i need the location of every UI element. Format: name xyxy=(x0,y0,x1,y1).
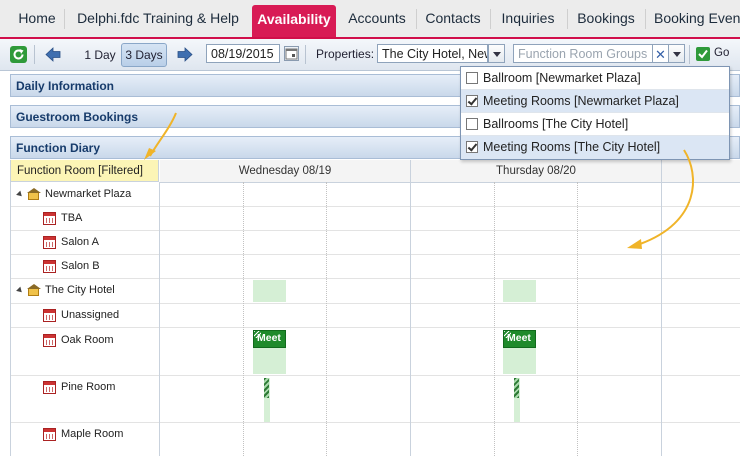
room-group-option[interactable]: Meeting Rooms [The City Hotel] xyxy=(461,136,729,159)
meeting-event-block[interactable]: Meet xyxy=(503,330,536,348)
room-group-option[interactable]: Ballroom [Newmarket Plaza] xyxy=(461,67,729,90)
time-gridline xyxy=(326,182,327,456)
room-calendar-icon xyxy=(43,428,56,441)
setup-event-marker[interactable] xyxy=(264,378,269,398)
room-calendar-icon xyxy=(43,381,56,394)
nav-separator xyxy=(490,9,491,29)
room-label-salon-b[interactable]: Salon B xyxy=(61,260,100,272)
room-group-checkbox[interactable] xyxy=(466,141,478,153)
table-row xyxy=(11,255,740,279)
room-calendar-icon xyxy=(43,334,56,347)
time-gridline xyxy=(577,182,578,456)
toolbar-separator xyxy=(34,45,35,64)
calendar-picker-icon[interactable] xyxy=(284,46,299,61)
function-diary-grid: Function Room [Filtered] Wednesday 08/19… xyxy=(10,160,740,456)
room-group-option-label: Ballroom [Newmarket Plaza] xyxy=(483,71,641,85)
nav-separator xyxy=(416,9,417,29)
date-input[interactable]: 08/19/2015 xyxy=(206,44,280,63)
room-group-option[interactable]: Meeting Rooms [Newmarket Plaza] xyxy=(461,90,729,113)
room-label-pine-room[interactable]: Pine Room xyxy=(61,381,115,393)
room-label-oak-room[interactable]: Oak Room xyxy=(61,334,114,346)
nav-tab-accounts[interactable]: Accounts xyxy=(340,0,414,37)
one-day-button[interactable]: 1 Day xyxy=(80,43,120,67)
room-group-checkbox[interactable] xyxy=(466,118,478,130)
next-arrow-icon[interactable] xyxy=(177,47,193,62)
nav-tab-training-help[interactable]: Delphi.fdc Training & Help xyxy=(68,0,248,37)
nav-tab-contacts[interactable]: Contacts xyxy=(420,0,486,37)
main-navigation: Home Delphi.fdc Training & Help Availabi… xyxy=(0,0,740,39)
table-row xyxy=(11,231,740,255)
daily-information-title: Daily Information xyxy=(16,79,115,93)
room-label-unassigned[interactable]: Unassigned xyxy=(61,309,119,321)
room-calendar-icon xyxy=(43,309,56,322)
function-room-groups-dropdown: Ballroom [Newmarket Plaza] Meeting Rooms… xyxy=(460,66,730,160)
room-group-checkbox[interactable] xyxy=(466,72,478,84)
properties-select[interactable]: The City Hotel, New xyxy=(377,44,488,63)
nav-tab-home[interactable]: Home xyxy=(8,0,66,37)
property-building-icon xyxy=(27,188,41,201)
function-diary-title: Function Diary xyxy=(16,141,101,155)
properties-label: Properties: xyxy=(316,47,375,61)
property-building-icon xyxy=(27,284,41,297)
room-group-checkbox[interactable] xyxy=(466,95,478,107)
table-row xyxy=(11,207,740,231)
nav-tab-availability[interactable]: Availability xyxy=(252,5,336,37)
nav-separator xyxy=(645,9,646,29)
nav-separator xyxy=(567,9,568,29)
day-header-thursday: Thursday 08/20 xyxy=(411,160,662,183)
toolbar-separator xyxy=(689,45,690,64)
table-row xyxy=(11,304,740,328)
column-divider xyxy=(410,182,411,456)
time-gridline xyxy=(494,182,495,456)
previous-arrow-icon[interactable] xyxy=(45,47,61,62)
room-label-salon-a[interactable]: Salon A xyxy=(61,236,99,248)
clear-icon[interactable]: ✕ xyxy=(653,44,668,63)
room-calendar-icon xyxy=(43,236,56,249)
property-label-city-hotel: The City Hotel xyxy=(45,284,115,296)
day-header-next xyxy=(662,160,740,183)
refresh-icon[interactable] xyxy=(10,46,27,63)
toolbar-separator xyxy=(305,45,306,64)
column-divider xyxy=(159,182,160,456)
table-row xyxy=(11,328,740,376)
room-groups-dropdown-arrow[interactable] xyxy=(668,44,685,63)
function-room-filter-header[interactable]: Function Room [Filtered] xyxy=(11,160,159,182)
go-check-icon[interactable] xyxy=(696,47,710,61)
room-group-option-label: Meeting Rooms [The City Hotel] xyxy=(483,140,661,154)
table-row xyxy=(11,376,740,423)
property-label-newmarket: Newmarket Plaza xyxy=(45,188,132,200)
property-summary-block[interactable] xyxy=(503,280,536,302)
room-label-tba[interactable]: TBA xyxy=(61,212,82,224)
room-group-option-label: Ballrooms [The City Hotel] xyxy=(483,117,629,131)
nav-tab-bookings[interactable]: Bookings xyxy=(571,0,641,37)
setup-event-marker[interactable] xyxy=(514,378,519,398)
three-days-button[interactable]: 3 Days xyxy=(121,43,167,67)
table-row xyxy=(11,279,740,304)
room-group-option-label: Meeting Rooms [Newmarket Plaza] xyxy=(483,94,679,108)
property-summary-block[interactable] xyxy=(253,280,286,302)
room-group-option[interactable]: Ballrooms [The City Hotel] xyxy=(461,113,729,136)
nav-separator xyxy=(64,9,65,29)
nav-tab-booking-events[interactable]: Booking Even xyxy=(649,0,740,37)
nav-tab-inquiries[interactable]: Inquiries xyxy=(494,0,562,37)
room-calendar-icon xyxy=(43,212,56,225)
column-divider xyxy=(661,182,662,456)
day-header-wednesday: Wednesday 08/19 xyxy=(160,160,411,183)
room-label-maple-room[interactable]: Maple Room xyxy=(61,428,123,440)
guestroom-bookings-title: Guestroom Bookings xyxy=(16,110,139,124)
go-button[interactable]: Go xyxy=(714,47,729,59)
room-calendar-icon xyxy=(43,260,56,273)
function-room-groups-input[interactable]: Function Room Groups xyxy=(513,44,653,63)
properties-dropdown-arrow[interactable] xyxy=(488,44,505,63)
meeting-event-block[interactable]: Meet xyxy=(253,330,286,348)
time-gridline xyxy=(243,182,244,456)
